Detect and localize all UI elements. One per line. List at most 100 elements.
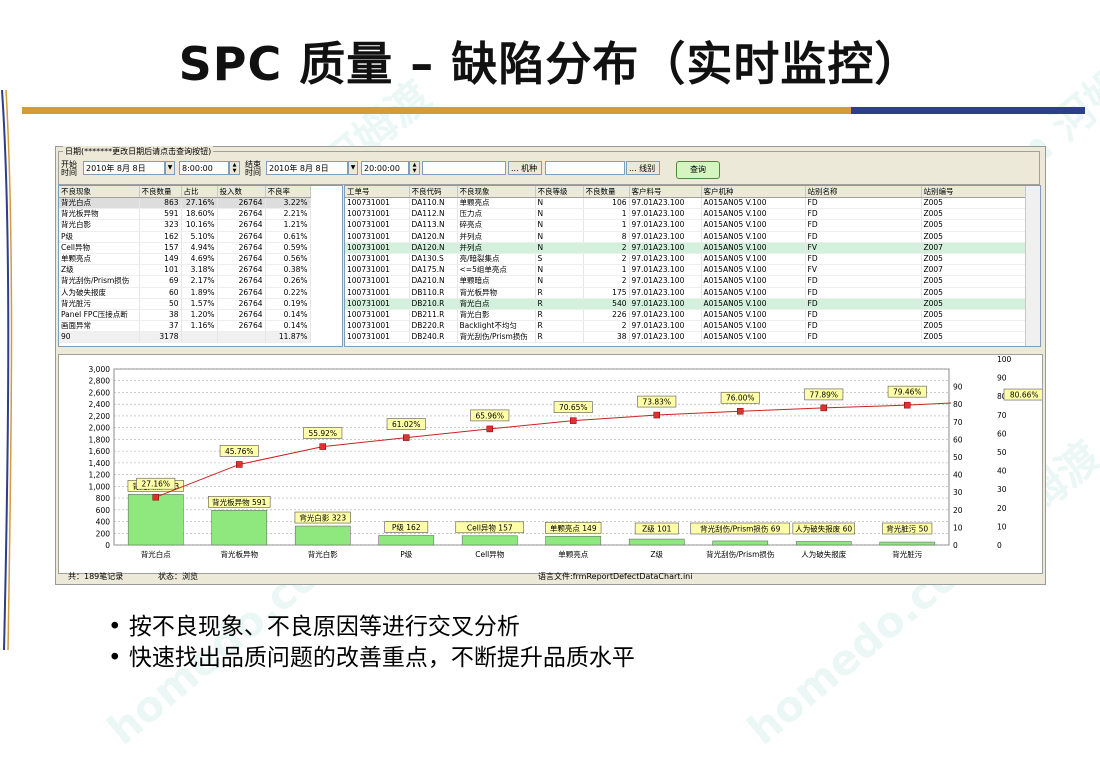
table-row[interactable]: 100731001 DA120.N 并列点 N 2 97.01A23.100 A015AN0… (345, 242, 1027, 254)
bar[interactable] (712, 540, 769, 546)
line-point[interactable] (486, 425, 493, 433)
table-cell: Z005 (921, 197, 1027, 210)
bar[interactable] (461, 535, 518, 546)
end-time-field[interactable]: 20:00:00 (361, 161, 409, 175)
table-cell: 69 (139, 275, 182, 288)
start-time-field[interactable]: 8:00:00 (179, 161, 229, 175)
table-row[interactable]: P级 162 5.10% 26764 0.61% (59, 231, 342, 243)
line-point[interactable] (737, 407, 744, 415)
table-row[interactable]: 背光白影 323 10.16% 26764 1.21% (59, 219, 342, 232)
bar[interactable] (545, 535, 602, 546)
column-header[interactable]: 不良现象 (457, 186, 536, 198)
table-row[interactable]: 100731001 DA175.N <=5组单亮点 N 1 97.01A23.100 A01… (345, 264, 1027, 277)
table-row[interactable]: 100731001 DA110.N 单颗亮点 N 106 97.01A23.100 A015… (345, 197, 1027, 210)
start-date-dropdown[interactable]: ▼ (165, 161, 175, 175)
table-cell: 0.14% (265, 320, 311, 333)
table-cell: 100731001 (345, 298, 410, 310)
table-cell: 863 (139, 197, 182, 210)
machine-input[interactable] (422, 161, 506, 175)
y-left-tick: 2,200 (89, 412, 111, 421)
table-row[interactable]: 100731001 DB211.R 背光白影 R 226 97.01A23.100 A015… (345, 309, 1027, 322)
table-row[interactable]: 画面异常 37 1.16% 26764 0.14% (59, 320, 342, 333)
bar[interactable] (294, 525, 351, 546)
column-header[interactable]: 占比 (181, 186, 218, 198)
column-header[interactable]: 站别编号 (921, 186, 1027, 198)
table-cell: N (535, 197, 584, 210)
machine-button[interactable]: ... 机种 (508, 161, 542, 175)
table-cell: 226 (583, 309, 630, 322)
table-cell: 0.26% (265, 275, 311, 288)
table-row[interactable]: Panel FPC压接点断 38 1.20% 26764 0.14% (59, 309, 342, 322)
column-header[interactable]: 不良等级 (535, 186, 584, 198)
line-point[interactable] (820, 404, 827, 412)
table-row[interactable]: 100731001 DA120.N 并列点 N 8 97.01A23.100 A015AN0… (345, 231, 1027, 243)
table-cell: 26764 (217, 219, 266, 232)
table-row[interactable]: 100731001 DB220.R Backlight不均匀 R 2 97.01A23.1… (345, 320, 1027, 333)
line-point[interactable] (319, 443, 326, 450)
column-header[interactable]: 客户料号 (629, 186, 702, 198)
table-cell: 背光脏污 (59, 298, 140, 310)
query-button[interactable]: 查询 (676, 161, 720, 179)
line-point[interactable] (653, 411, 660, 419)
column-header[interactable]: 不良数量 (583, 186, 630, 198)
table-cell: 压力点 (457, 208, 536, 221)
column-header[interactable]: 客户机种 (701, 186, 806, 198)
line-input[interactable] (545, 161, 625, 175)
detail-scrollbar[interactable] (1025, 186, 1040, 346)
table-row[interactable]: 100731001 DA112.N 压力点 N 1 97.01A23.100 A015AN0… (345, 208, 1027, 221)
table-cell: 100731001 (345, 275, 410, 288)
column-header[interactable]: 不良现象 (59, 186, 140, 198)
table-row[interactable]: 100731001 DA113.N 碎亮点 N 1 97.01A23.100 A015AN0… (345, 219, 1027, 232)
bar[interactable] (127, 494, 184, 546)
column-header[interactable]: 不良数量 (139, 186, 182, 198)
line-point[interactable] (152, 493, 159, 501)
table-row[interactable]: 100731001 DA210.N 单颗暗点 N 2 97.01A23.100 A015AN… (345, 275, 1027, 288)
line-point[interactable] (570, 417, 577, 424)
table-row[interactable]: 背光板异物 591 18.60% 26764 2.21% (59, 208, 342, 221)
table-row[interactable]: 100731001 DB240.R 背光刮伤/Prism损伤 R 38 97.01A23.… (345, 331, 1027, 344)
table-cell: N (535, 275, 584, 288)
table-row[interactable]: 背光刮伤/Prism损伤 69 2.17% 26764 0.26% (59, 275, 342, 288)
column-header[interactable]: 不良代码 (409, 186, 458, 198)
end-date-dropdown[interactable]: ▼ (348, 161, 358, 175)
start-time-spinner[interactable]: ▲ ▼ (229, 161, 240, 175)
table-row[interactable]: Z级 101 3.18% 26764 0.38% (59, 264, 342, 277)
table-cell: FD (805, 331, 922, 344)
table-cell: 2 (583, 242, 630, 254)
table-row[interactable]: 单颗亮点 149 4.69% 26764 0.56% (59, 253, 342, 266)
table-row[interactable]: 人为破失报废 60 1.89% 26764 0.22% (59, 287, 342, 299)
end-date-field[interactable]: 2010年 8月 8日 (266, 161, 348, 175)
line-point[interactable] (403, 434, 410, 441)
column-header[interactable]: 站别名称 (805, 186, 922, 198)
x-tick-label: 人为破失报废 (801, 549, 846, 559)
table-cell: 4.69% (181, 253, 218, 266)
defect-detail-grid[interactable]: 工单号 不良代码 不良现象 不良等级 不良数量 客户料号 客户机种 站别名称 站别编号 1007… (344, 185, 1041, 347)
table-cell: DA120.N (409, 242, 458, 254)
table-row[interactable]: Cell异物 157 4.94% 26764 0.59% (59, 242, 342, 254)
table-cell: 26764 (217, 320, 266, 333)
line-point[interactable] (904, 401, 911, 409)
table-cell: 26764 (217, 231, 266, 243)
column-header[interactable]: 投入数 (217, 186, 266, 198)
bar[interactable] (211, 510, 268, 546)
table-row[interactable]: 背光白点 863 27.16% 26764 3.22% (59, 197, 342, 210)
bar[interactable] (795, 541, 852, 546)
table-cell: FD (805, 320, 922, 333)
defect-summary-grid[interactable]: 不良现象 不良数量 占比 投入数 不良率 背光白点 863 27.16% 26764 3.22%… (58, 185, 343, 347)
column-header[interactable]: 不良率 (265, 186, 311, 198)
table-row[interactable]: 背光脏污 50 1.57% 26764 0.19% (59, 298, 342, 310)
bar[interactable] (628, 538, 685, 546)
bar-label: 背光脏污 50 (886, 524, 928, 534)
line-point[interactable] (236, 461, 243, 468)
table-row[interactable]: 100731001 DB210.R 背光白点 R 540 97.01A23.100 A015… (345, 298, 1027, 310)
bar[interactable] (879, 541, 936, 546)
table-row[interactable]: 100731001 DA130.S 亮/暗裂集点 S 2 97.01A23.100 A015… (345, 253, 1027, 266)
table-cell: A015AN05 V.100 (701, 264, 806, 277)
start-date-field[interactable]: 2010年 8月 8日 (83, 161, 165, 175)
table-row[interactable]: 100731001 DB110.R 背光板异物 R 175 97.01A23.100 A01… (345, 287, 1027, 299)
bar[interactable] (378, 535, 435, 546)
end-time-spinner[interactable]: ▲ ▼ (409, 161, 420, 175)
line-button[interactable]: ... 线别 (626, 161, 660, 175)
column-header[interactable]: 工单号 (345, 186, 410, 198)
line-label: 77.89% (809, 390, 838, 399)
